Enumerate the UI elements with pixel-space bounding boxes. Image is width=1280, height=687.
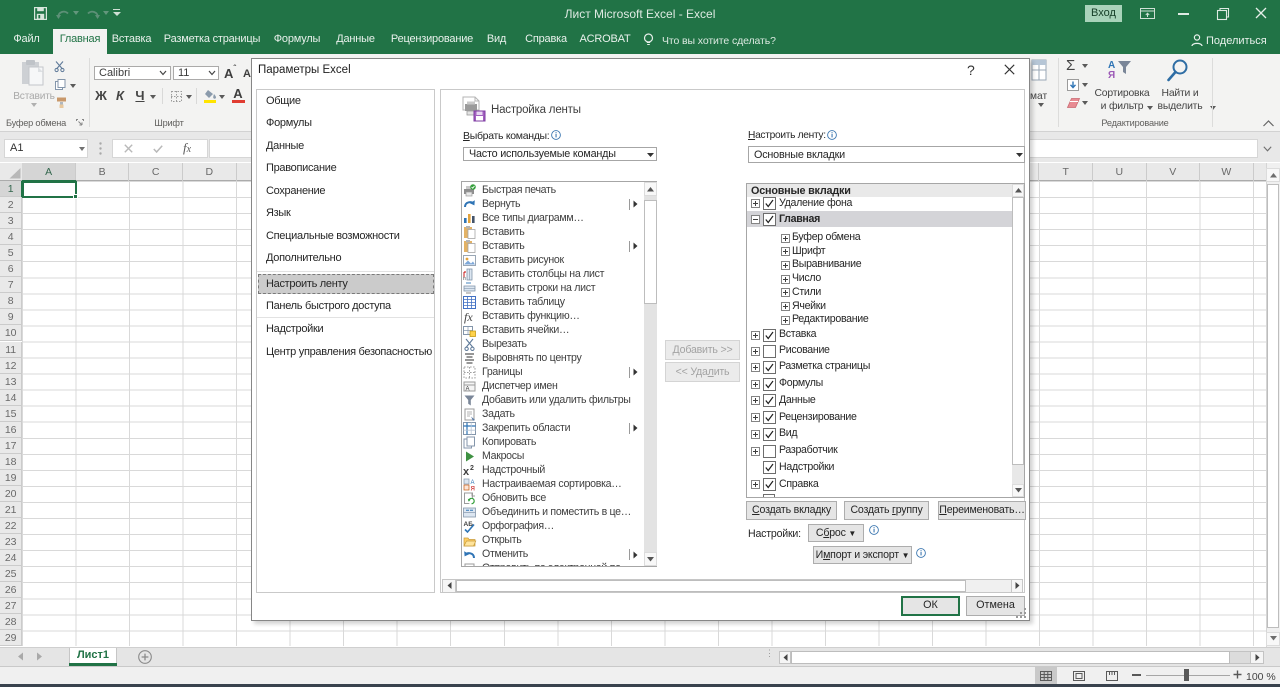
svg-text:Я: Я: [1108, 70, 1115, 81]
